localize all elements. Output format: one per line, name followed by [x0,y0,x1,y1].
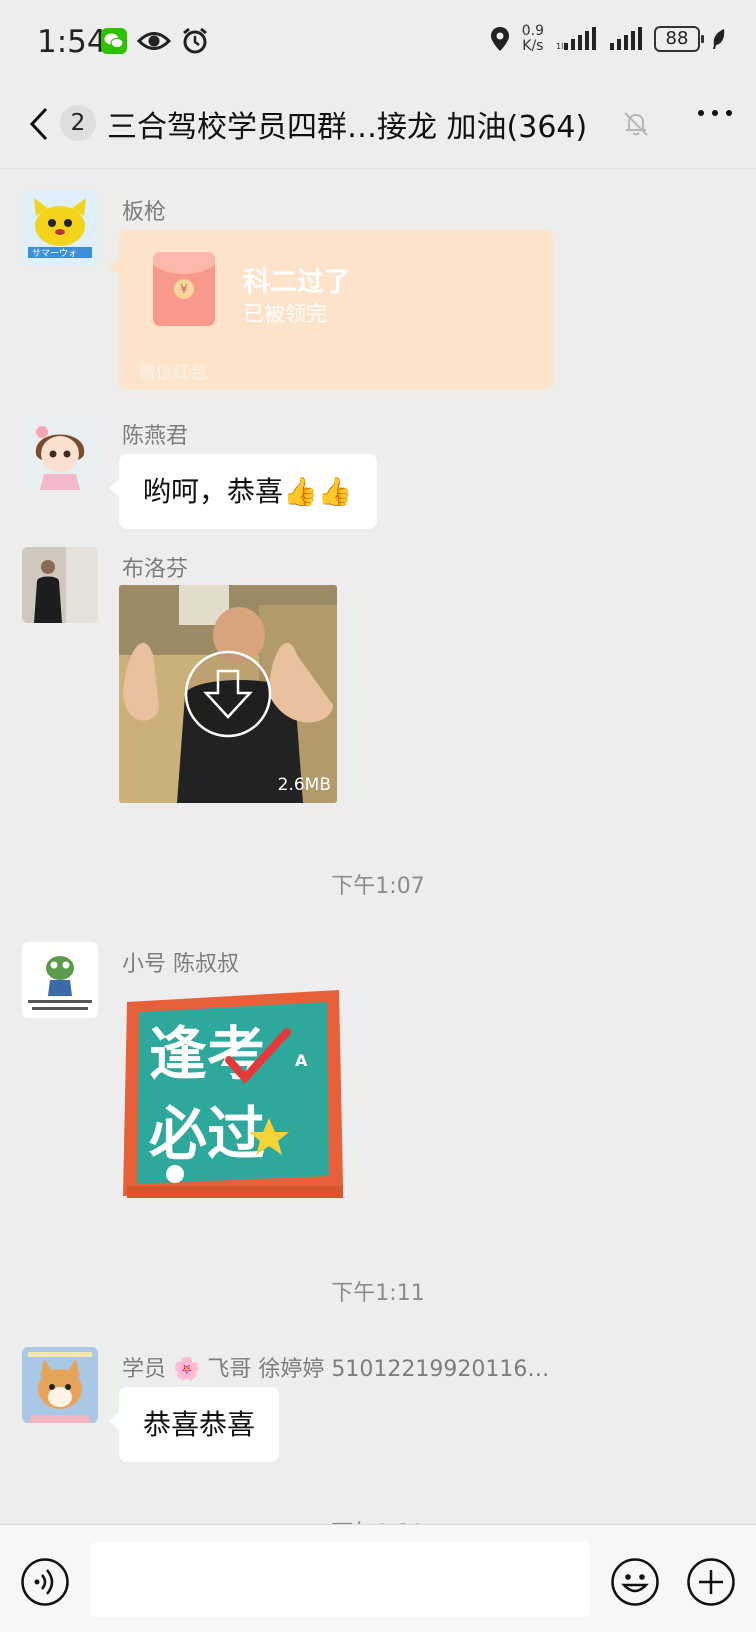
message-item: 小号 陈叔叔 逢考 必过 A [22,942,722,1212]
back-icon[interactable] [26,106,52,142]
message-item: 陈燕君 哟呵，恭喜👍👍 [22,414,722,534]
location-icon [490,27,509,51]
sender-name: 小号 陈叔叔 [122,952,239,977]
sender-name: 板枪 [122,200,167,225]
svg-text:A: A [295,1051,308,1070]
red-packet-title: 科二过了 [243,267,351,298]
mute-bell-icon [624,112,648,136]
svg-text:サマーウォ: サマーウォ [32,248,77,259]
red-packet-status: 已被领完 [243,302,327,326]
network-speed-value: 0.9 [521,23,544,39]
alarm-icon [183,27,207,54]
svg-text:必过: 必过 [149,1100,265,1168]
chat-header: 2 三合驾校学员四群…接龙 加油(364) [0,86,756,168]
avatar[interactable] [22,1347,98,1423]
signal-icon [610,27,642,50]
emoji-icon[interactable] [610,1557,660,1607]
message-item: 布洛芬 2.6MB [22,547,722,817]
avatar[interactable] [22,942,98,1018]
sender-name: 布洛芬 [122,557,189,582]
time-divider: 下午1:11 [331,1281,425,1306]
red-packet-icon: ¥ [153,252,215,326]
avatar[interactable] [22,547,98,623]
more-icon[interactable] [698,110,732,116]
network-speed-unit: K/s [522,38,544,54]
network-speed: 0.9 K/s [522,24,544,54]
message-bubble[interactable]: 恭喜恭喜 [108,1387,280,1462]
avatar[interactable] [22,414,98,490]
wechat-icon [101,28,127,54]
eye-icon [137,32,171,50]
voice-icon[interactable] [20,1557,70,1607]
video-file-size: 2.6MB [277,775,331,795]
message-input[interactable] [91,1542,590,1617]
plus-icon[interactable] [686,1557,736,1607]
chat-title[interactable]: 三合驾校学员四群…接龙 加油(364) [107,102,587,146]
video-message[interactable]: 2.6MB [119,585,337,803]
unread-count-badge[interactable]: 2 [60,105,96,141]
red-packet-label: 微信红包 [139,363,207,383]
sender-name: 陈燕君 [122,424,189,449]
chat-input-bar [0,1524,756,1632]
status-notification-icons [101,27,209,55]
status-time: 1:54 [37,24,107,60]
message-item: サマーウォ 板枪 ¥ 科二过了 已被领完 微信红包 [22,190,722,400]
time-divider: 下午1:07 [331,874,425,899]
status-right-icons: 0.9 K/s 1l 88 [490,24,726,54]
sender-name: 学员 🌸 飞哥 徐婷婷 51012219920116… [122,1357,550,1382]
message-item: 学员 🌸 飞哥 徐婷婷 51012219920116… 恭喜恭喜 [22,1347,722,1467]
status-bar: 1:54 0.9 K/s 1l 88 [0,0,756,86]
sticker-message[interactable]: 逢考 必过 A [119,986,347,1206]
leaf-icon [713,29,725,49]
signal-icon: 1l [556,27,596,51]
header-divider [0,168,756,169]
message-bubble[interactable]: 哟呵，恭喜👍👍 [109,454,377,529]
avatar[interactable]: サマーウォ [22,190,98,266]
red-packet-card[interactable]: ¥ 科二过了 已被领完 微信红包 [109,230,553,390]
battery-icon: 88 [654,26,704,52]
svg-text:1l: 1l [556,42,563,51]
